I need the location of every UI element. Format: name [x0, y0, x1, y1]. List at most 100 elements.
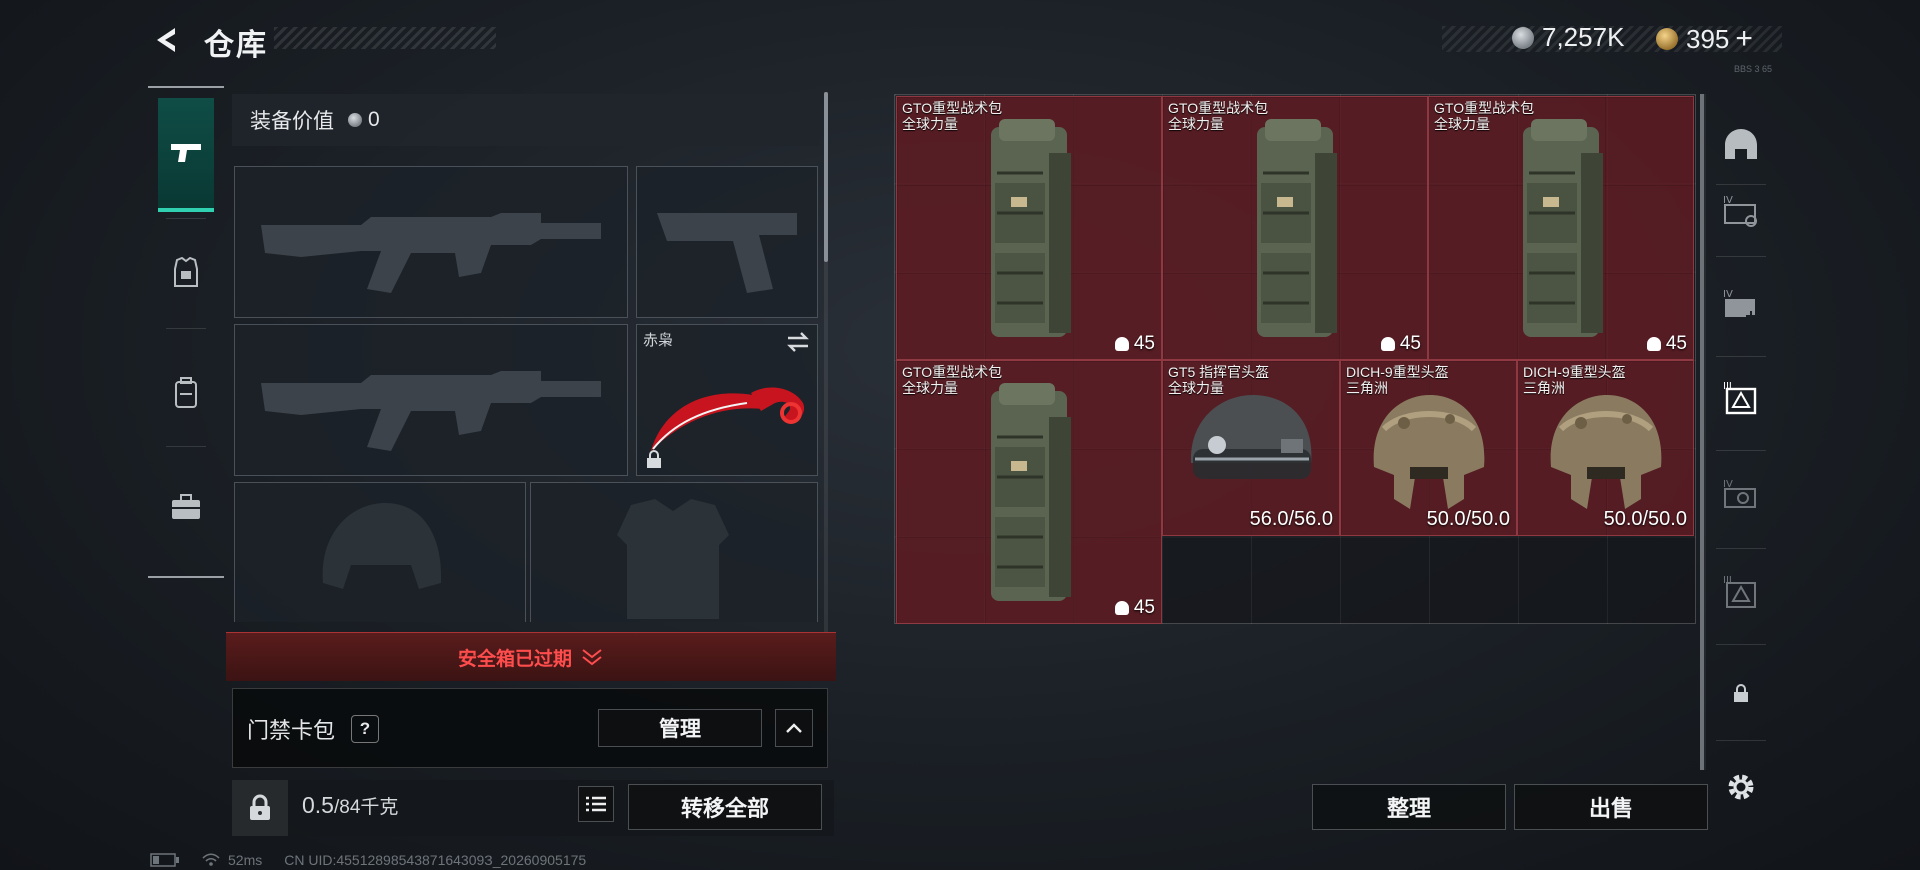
double-chevron-down-icon	[582, 649, 602, 666]
uid-text: CN UID:4551289854387164309З_20260905175	[284, 852, 587, 868]
ghost-icon	[1114, 337, 1129, 351]
manage-button[interactable]: 管理	[598, 709, 762, 747]
gold-coin-icon	[1656, 28, 1678, 50]
toolbar-divider	[1716, 548, 1766, 549]
item-title: GTO重型战术包	[902, 100, 1003, 116]
item-title: DICH-9重型头盔	[1523, 364, 1626, 380]
title-decoration	[274, 27, 496, 49]
body-armor-slot[interactable]	[530, 482, 818, 622]
container-iv-2-button[interactable]: IV	[1716, 280, 1766, 330]
capacity-lock-button[interactable]	[232, 780, 288, 836]
inventory-item[interactable]: GTO重型战术包 全球力量 45	[1428, 96, 1694, 360]
container-iii-2-button[interactable]: III	[1716, 568, 1766, 618]
container-iv-1-button[interactable]: IV	[1716, 186, 1766, 236]
pistol-silhouette-icon	[657, 213, 797, 293]
nav-weapons-tab[interactable]	[158, 98, 214, 212]
inventory-item[interactable]: GT5 指挥官头盔 全球力量 56.0/56.0	[1162, 360, 1340, 536]
ghost-icon	[1646, 337, 1661, 351]
nav-divider	[166, 328, 206, 329]
item-title: GTO重型战术包	[1434, 100, 1535, 116]
battery-icon	[150, 853, 179, 867]
settings-button[interactable]	[1716, 762, 1766, 812]
inventory-item[interactable]: DICH-9重型头盔 三角洲 50.0/50.0	[1517, 360, 1694, 536]
melee-name: 赤枭	[643, 332, 674, 349]
item-faction: 全球力量	[1434, 116, 1490, 132]
equipment-value: 0	[368, 108, 380, 131]
safe-box-expired-bar[interactable]: 安全箱已过期	[226, 632, 836, 681]
tier-iii-case-icon: III	[1723, 381, 1757, 415]
tactical-backpack-icon	[991, 383, 1071, 601]
melee-slot[interactable]: 赤枭	[636, 324, 818, 476]
item-image	[1163, 389, 1339, 519]
rifle-silhouette-icon	[261, 213, 601, 293]
armor-silhouette-icon	[617, 499, 729, 619]
inventory-scrollbar[interactable]	[1700, 94, 1704, 770]
pistol-slot[interactable]	[636, 166, 818, 318]
add-currency-button[interactable]: +	[1735, 22, 1753, 56]
inventory-item[interactable]: DICH-9重型头盔 三角洲 50.0/50.0	[1340, 360, 1517, 536]
item-count: 45	[1114, 597, 1155, 619]
item-count: 45	[1114, 333, 1155, 355]
sort-button[interactable]: 整理	[1312, 784, 1506, 830]
item-count-value: 45	[1133, 597, 1155, 618]
safe-box-expired-text: 安全箱已过期	[457, 648, 572, 670]
transfer-all-button[interactable]: 转移全部	[628, 784, 822, 830]
item-name: DICH-9重型头盔 三角洲	[1523, 364, 1626, 396]
list-view-button[interactable]	[578, 786, 614, 822]
primary-weapon-slot-2[interactable]	[234, 324, 628, 476]
back-arrow-icon	[157, 28, 175, 52]
tactical-backpack-icon	[991, 119, 1071, 337]
equipment-value-label: 装备价值	[250, 110, 334, 133]
item-count-value: 45	[1399, 333, 1421, 354]
item-count: 45	[1646, 333, 1687, 355]
equipment-value-row: 装备价值 0	[232, 94, 820, 146]
toolbar-divider	[1716, 450, 1766, 451]
swap-icon[interactable]	[785, 331, 811, 353]
weight-current: 0.5	[302, 792, 334, 818]
inventory-item[interactable]: GTO重型战术包 全球力量 45	[896, 96, 1162, 360]
item-count-value: 45	[1133, 333, 1155, 354]
container-iv-3-button[interactable]: IV	[1716, 470, 1766, 520]
item-title: GT5 指挥官头盔	[1168, 364, 1270, 380]
armor-icon	[174, 257, 198, 287]
tier-iv-add-icon: IV	[1723, 289, 1756, 321]
svg-text:IV: IV	[1723, 289, 1733, 300]
locked-slot-button[interactable]	[1716, 668, 1766, 718]
gold-currency: 395 +	[1656, 22, 1753, 56]
nav-case-tab[interactable]	[158, 452, 214, 562]
loadout-scrollbar[interactable]	[824, 92, 828, 262]
back-button[interactable]	[148, 22, 184, 58]
helmet-slot[interactable]	[234, 482, 526, 622]
ghost-icon	[1114, 601, 1129, 615]
lock-icon	[250, 794, 270, 820]
toolbar-divider	[1716, 184, 1766, 185]
item-durability: 50.0/50.0	[1426, 508, 1510, 530]
ping-indicator: 52ms	[202, 852, 262, 868]
item-count-value: 45	[1665, 333, 1687, 354]
item-title: DICH-9重型头盔	[1346, 364, 1449, 380]
nav-backpack-tab[interactable]	[158, 338, 214, 448]
collapse-button[interactable]	[775, 709, 813, 747]
inventory-item[interactable]: GTO重型战术包 全球力量 45	[896, 360, 1162, 624]
item-image	[897, 377, 1161, 607]
item-name: GTO重型战术包 全球力量	[1434, 100, 1534, 132]
nav-gear-tab[interactable]	[158, 218, 214, 328]
gold-amount: 395	[1686, 23, 1730, 54]
inventory-item[interactable]: GTO重型战术包 全球力量 45	[1162, 96, 1428, 360]
sell-button[interactable]: 出售	[1514, 784, 1708, 830]
gt5-helmet-icon	[1190, 395, 1312, 479]
help-icon[interactable]: ?	[351, 715, 379, 743]
primary-weapon-slot-1[interactable]	[234, 166, 628, 318]
ping-value: 52ms	[228, 852, 263, 868]
item-name: DICH-9重型头盔 三角洲	[1346, 364, 1449, 396]
lock-icon	[1734, 684, 1748, 702]
item-faction: 全球力量	[1168, 380, 1224, 396]
container-helmet-button[interactable]	[1716, 120, 1766, 170]
item-image	[1341, 389, 1516, 519]
helmet-silhouette-icon	[322, 503, 442, 589]
page-title: 仓库	[204, 29, 268, 62]
tier-iii-case-icon: III	[1723, 575, 1756, 608]
container-iii-active-button[interactable]: III	[1716, 374, 1766, 424]
toolbar-divider	[1716, 356, 1766, 357]
item-image	[1518, 389, 1693, 519]
